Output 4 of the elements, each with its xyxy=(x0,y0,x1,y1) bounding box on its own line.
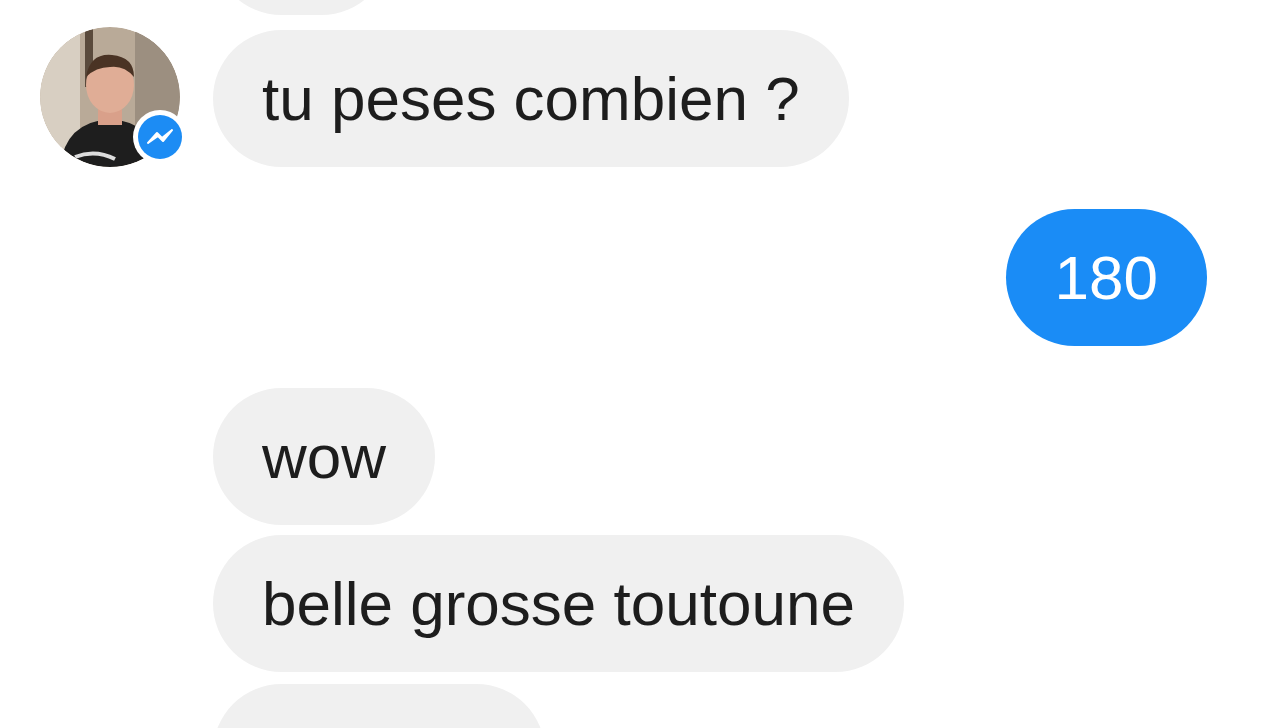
message-bubble: 180 xyxy=(1005,209,1207,346)
message-bubble: wow xyxy=(213,388,436,525)
message-bubble: belle grosse toutoune xyxy=(213,535,904,672)
message-bubble: tu peses combien ? xyxy=(213,30,849,167)
